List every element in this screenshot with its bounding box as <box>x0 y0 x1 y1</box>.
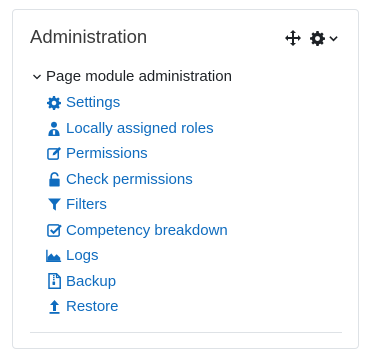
permissions-link[interactable]: Permissions <box>46 141 228 167</box>
block-controls <box>285 29 338 47</box>
filter-icon <box>46 197 62 213</box>
logs-label: Logs <box>66 247 99 265</box>
filters-label: Filters <box>66 196 107 214</box>
user-role-icon <box>46 120 62 136</box>
permissions-label: Permissions <box>66 145 148 163</box>
backup-label: Backup <box>66 272 117 290</box>
move-icon[interactable] <box>285 30 301 46</box>
restore-link[interactable]: Restore <box>46 294 228 320</box>
file-archive-icon <box>46 273 62 290</box>
block-title: Administration <box>30 26 148 47</box>
locally-assigned-roles-label: Locally assigned roles <box>66 119 214 137</box>
block-divider <box>30 332 342 333</box>
chevron-down-icon[interactable] <box>31 71 43 83</box>
settings-link[interactable]: Settings <box>46 90 228 116</box>
check-permissions-label: Check permissions <box>66 170 193 188</box>
checkbox-icon <box>46 222 62 238</box>
unlock-icon <box>46 171 62 187</box>
upload-arrow-icon <box>46 299 62 315</box>
filters-link[interactable]: Filters <box>46 192 228 218</box>
settings-label: Settings <box>66 94 121 112</box>
competency-breakdown-label: Competency breakdown <box>66 221 228 239</box>
tree-parent-page-module-administration[interactable]: Page module administration <box>31 68 232 85</box>
check-permissions-link[interactable]: Check permissions <box>46 167 228 193</box>
administration-block: Administration Page module administratio… <box>12 9 359 349</box>
locally-assigned-roles-link[interactable]: Locally assigned roles <box>46 116 228 142</box>
admin-links-list: Settings Locally assigned roles Permissi… <box>46 90 228 320</box>
gear-icon <box>46 95 62 111</box>
competency-breakdown-link[interactable]: Competency breakdown <box>46 218 228 244</box>
block-actions-gear-icon[interactable] <box>309 30 325 46</box>
edit-icon <box>46 146 62 162</box>
area-chart-icon <box>46 248 62 264</box>
logs-link[interactable]: Logs <box>46 243 228 269</box>
backup-link[interactable]: Backup <box>46 269 228 295</box>
chevron-down-icon[interactable] <box>328 30 338 46</box>
restore-label: Restore <box>66 298 119 316</box>
tree-parent-label: Page module administration <box>46 68 232 85</box>
